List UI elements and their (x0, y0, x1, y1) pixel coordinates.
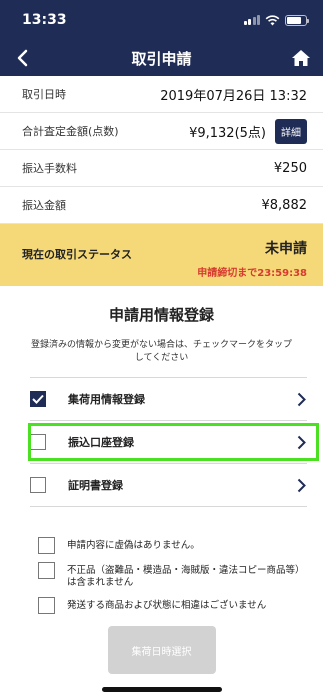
chevron-right-icon (297, 477, 307, 493)
checkbox[interactable] (38, 537, 55, 554)
info-value: ¥250 (273, 160, 307, 176)
chevron-right-icon (297, 434, 307, 450)
checkbox[interactable] (38, 562, 55, 579)
info-row-transfer-fee: 振込手数料 ¥250 (0, 150, 323, 187)
section-title: 申請用情報登録 (108, 306, 214, 324)
info-value: ¥8,882 (261, 197, 308, 213)
back-button[interactable] (10, 46, 34, 70)
section-note: 登録済みの情報から変更がない場合は、チェックマークをタップしてください (30, 340, 292, 363)
registration-label: 集荷用情報登録 (68, 393, 145, 406)
consent-label: 発送する商品および状態に相違はございません (67, 600, 267, 611)
battery-icon (285, 14, 309, 26)
info-label: 振込手数料 (22, 162, 77, 175)
nav-bar: 取引申請 (0, 40, 323, 76)
consent-list: 申請内容に虚偽はありません。 不正品（盗難品・模造品・海賊版・違法コピー商品等）… (38, 537, 307, 614)
registration-label: 証明書登録 (68, 479, 123, 492)
info-row-transfer-amount: 振込金額 ¥8,882 (0, 187, 323, 224)
chevron-right-icon (297, 391, 307, 407)
status-time: 13:33 (22, 12, 67, 28)
info-row-total-amount: 合計査定金額(点数) ¥9,132(5点) 詳細 (0, 113, 323, 150)
checkbox[interactable] (38, 597, 55, 614)
registration-label: 振込口座登録 (68, 436, 134, 449)
registration-list: 集荷用情報登録 振込口座登録 証明書登録 (28, 377, 319, 507)
status-panel-label: 現在の取引ステータス (22, 248, 132, 261)
info-label: 取引日時 (22, 88, 66, 101)
consent-label: 不正品（盗難品・模造品・海賊版・違法コピー商品等）は含まれません (67, 565, 305, 588)
home-indicator (101, 687, 222, 692)
info-label: 振込金額 (22, 199, 66, 212)
info-label: 合計査定金額(点数) (22, 125, 119, 138)
consent-item[interactable]: 不正品（盗難品・模造品・海賊版・違法コピー商品等）は含まれません (38, 562, 307, 589)
registration-item-certificate[interactable]: 証明書登録 (30, 464, 307, 507)
status-icons (243, 14, 309, 26)
transaction-status-panel: 現在の取引ステータス 未申請 申請締切まで23:59:38 (0, 224, 323, 286)
consent-item[interactable]: 発送する商品および状態に相違はございません (38, 597, 307, 614)
checkbox[interactable] (30, 434, 46, 450)
consent-label: 申請内容に虚偽はありません。 (67, 540, 200, 551)
status-bar: 13:33 (0, 0, 323, 40)
wifi-icon (265, 14, 280, 25)
home-icon (291, 50, 310, 66)
info-value: 2019年07月26日 13:32 (160, 88, 307, 104)
info-value: ¥9,132(5点) (189, 125, 266, 141)
check-icon (32, 394, 44, 404)
registration-item-bank-account[interactable]: 振込口座登録 (28, 421, 319, 464)
status-value: 未申請 (265, 241, 307, 257)
deadline-countdown: 申請締切まで23:59:38 (197, 268, 307, 279)
pickup-schedule-button[interactable]: 集荷日時選択 (107, 626, 216, 674)
signal-icon (243, 15, 260, 25)
info-row-transaction-date: 取引日時 2019年07月26日 13:32 (0, 76, 323, 113)
checkbox[interactable] (30, 477, 46, 493)
detail-button[interactable]: 詳細 (275, 118, 307, 144)
consent-item[interactable]: 申請内容に虚偽はありません。 (38, 537, 307, 554)
home-button[interactable] (289, 46, 313, 70)
page-title: 取引申請 (131, 49, 192, 68)
checkbox[interactable] (30, 391, 46, 407)
chevron-left-icon (17, 49, 28, 67)
registration-item-pickup[interactable]: 集荷用情報登録 (30, 378, 307, 421)
